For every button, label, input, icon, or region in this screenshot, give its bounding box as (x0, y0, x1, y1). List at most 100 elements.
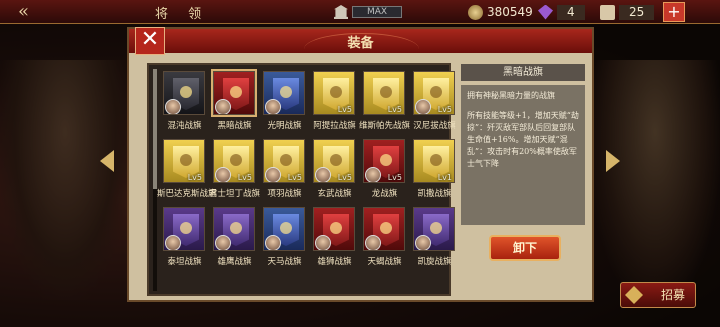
banner-emblem-icon (280, 222, 292, 234)
add-resource-button[interactable]: + (663, 2, 685, 22)
banner-name: 龙战旗 (371, 189, 398, 199)
banner-tile: Lv5 (213, 139, 255, 183)
banner-item[interactable]: Lv5 玄武战旗 (310, 137, 359, 203)
general-avatar (365, 167, 381, 182)
banner-tile (413, 207, 455, 251)
recruit-label: 招募 (660, 288, 685, 302)
banner-emblem-icon (430, 154, 442, 166)
banner-item[interactable]: 凯旋战旗 (410, 205, 459, 271)
banner-emblem-icon (180, 154, 192, 166)
banner-item[interactable]: 泰坦战旗 (160, 205, 209, 271)
banner-item[interactable]: 混沌战旗 (160, 69, 209, 135)
banner-emblem-icon (280, 154, 292, 166)
general-avatar (215, 235, 231, 250)
banner-item[interactable]: Lv5 项羽战旗 (260, 137, 309, 203)
banner-level: Lv5 (337, 173, 352, 182)
banner-item[interactable]: Lv1 凯撒战旗 (410, 137, 459, 203)
banner-level: Lv5 (337, 105, 352, 114)
banner-tile: Lv5 (363, 139, 405, 183)
general-avatar (265, 167, 281, 182)
recruit-button[interactable]: 招募 (620, 282, 696, 308)
detail-effect: 所有技能等级+1，增加天赋“劫掠”：歼灭敌军部队后回复部队生命值+16%。增加天… (467, 111, 579, 168)
level-badge: MAX (334, 4, 420, 20)
banner-level: Lv5 (237, 173, 252, 182)
banner-name: 黑暗战旗 (217, 121, 252, 131)
banner-tile (263, 71, 305, 115)
banner-name: 天马战旗 (267, 257, 302, 267)
banner-tile: Lv5 (363, 71, 405, 115)
banner-name: 斯巴达克斯战旗 (157, 189, 217, 199)
banner-tile: Lv5 (313, 71, 355, 115)
scroll-icon (600, 4, 615, 20)
banner-level: Lv5 (387, 173, 402, 182)
banner-item[interactable]: Lv5 汉尼拔战旗 (410, 69, 459, 135)
gem-counter: 4 (538, 3, 585, 21)
dialog-title: 装备 (347, 36, 374, 51)
banner-name: 泰坦战旗 (167, 257, 202, 267)
banner-name: 凯撒战旗 (417, 189, 452, 199)
general-avatar (415, 235, 431, 250)
banner-name: 雄鹰战旗 (217, 257, 252, 267)
banner-item[interactable]: 天蝎战旗 (360, 205, 409, 271)
gem-icon (538, 4, 553, 20)
banner-item[interactable]: 光明战旗 (260, 69, 309, 135)
banner-item[interactable]: 雄狮战旗 (310, 205, 359, 271)
banner-item[interactable]: 黑暗战旗 (210, 69, 259, 135)
banner-item[interactable]: Lv5 维斯帕先战旗 (359, 69, 410, 135)
banner-tile (313, 207, 355, 251)
banner-level: Lv5 (387, 105, 402, 114)
banner-emblem-icon (230, 222, 242, 234)
detail-description: 拥有神秘黑暗力量的战旗 (467, 91, 555, 100)
back-button[interactable]: « (18, 2, 58, 22)
max-label: MAX (352, 6, 403, 18)
general-avatar (315, 167, 331, 182)
banner-grid: 混沌战旗 黑暗战旗 光明战旗 Lv5 阿提拉战旗 Lv5 维斯帕先战旗 Lv5 汉尼拔战旗 Lv5… (157, 69, 459, 271)
banner-emblem-icon (380, 86, 392, 98)
banner-tile: Lv5 (163, 139, 205, 183)
banner-emblem-icon (380, 154, 392, 166)
banner-tile (263, 207, 305, 251)
general-avatar (415, 99, 431, 114)
banner-name: 君士坦丁战旗 (208, 189, 260, 199)
dialog-header: 装备 (129, 29, 592, 53)
banner-grid-panel: 混沌战旗 黑暗战旗 光明战旗 Lv5 阿提拉战旗 Lv5 维斯帕先战旗 Lv5 汉尼拔战旗 Lv5… (147, 63, 456, 296)
banner-name: 阿提拉战旗 (313, 121, 356, 131)
coin-counter: 380549 (468, 3, 533, 21)
close-button[interactable]: ✕ (135, 27, 165, 55)
unequip-button[interactable]: 卸下 (489, 235, 561, 261)
banner-item[interactable]: 天马战旗 (260, 205, 309, 271)
banner-emblem-icon (330, 154, 342, 166)
banner-name: 项羽战旗 (267, 189, 302, 199)
banner-name: 天蝎战旗 (367, 257, 402, 267)
banner-item[interactable]: Lv5 斯巴达克斯战旗 (157, 137, 217, 203)
detail-title: 黑暗战旗 (461, 64, 585, 81)
coin-icon (468, 4, 483, 20)
general-avatar (365, 235, 381, 250)
temple-icon (334, 5, 348, 19)
detail-panel: 拥有神秘黑暗力量的战旗 所有技能等级+1，增加天赋“劫掠”：歼灭敌军部队后回复部… (461, 85, 585, 225)
banner-item[interactable]: Lv5 龙战旗 (360, 137, 409, 203)
page-title: 将 领 (155, 7, 210, 22)
coin-value: 380549 (487, 5, 533, 19)
banner-level: Lv5 (187, 173, 202, 182)
banner-name: 汉尼拔战旗 (413, 121, 456, 131)
banner-item[interactable]: Lv5 阿提拉战旗 (310, 69, 359, 135)
banner-name: 光明战旗 (267, 121, 302, 131)
general-avatar (265, 235, 281, 250)
banner-name: 玄武战旗 (317, 189, 352, 199)
banner-level: Lv5 (287, 173, 302, 182)
scroll-counter: 25 (600, 3, 655, 21)
banner-emblem-icon (380, 222, 392, 234)
general-avatar (265, 99, 281, 114)
banner-emblem-icon (430, 86, 442, 98)
banner-tile (163, 71, 205, 115)
banner-emblem-icon (330, 86, 342, 98)
banner-item[interactable]: Lv5 君士坦丁战旗 (208, 137, 260, 203)
recruit-emblem-icon (625, 286, 643, 304)
banner-emblem-icon (280, 86, 292, 98)
banner-emblem-icon (230, 154, 242, 166)
gem-value: 4 (557, 4, 585, 20)
general-avatar (215, 99, 231, 114)
banner-item[interactable]: 雄鹰战旗 (210, 205, 259, 271)
general-avatar (165, 99, 181, 114)
